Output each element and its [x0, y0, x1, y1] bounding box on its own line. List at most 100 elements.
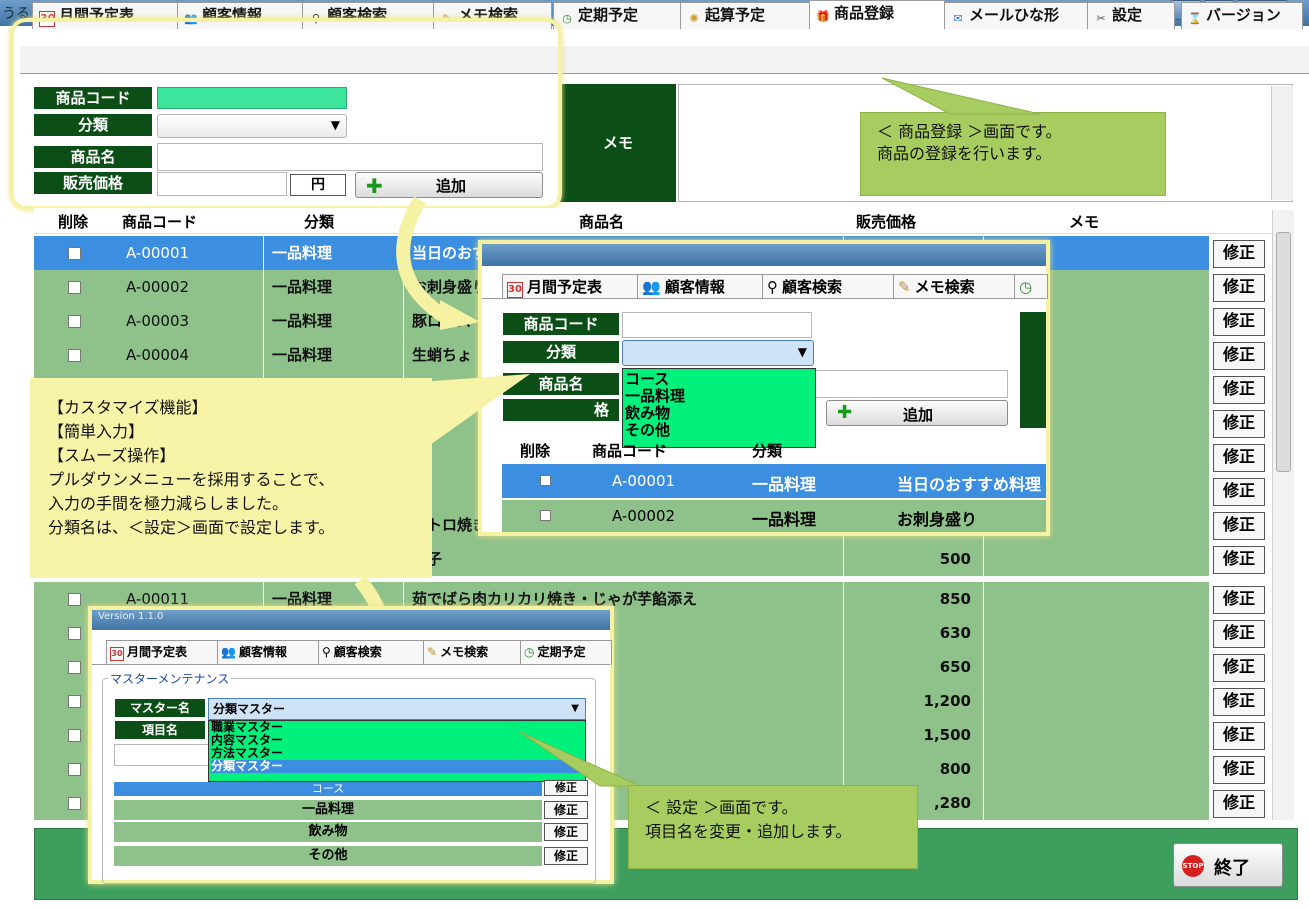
delete-checkbox[interactable] — [68, 797, 81, 810]
popup1-row-selected[interactable]: A-00001 一品料理 当日のおすすめ料理 — [502, 464, 1046, 498]
delete-checkbox[interactable] — [68, 661, 81, 674]
table-cell: 茄子 — [404, 542, 844, 576]
popup1-add-button[interactable]: ✚ 追加 — [826, 400, 1008, 426]
tab-mail-template[interactable]: ✉ メールひな形 — [944, 2, 1088, 29]
master-item-row[interactable]: 飲み物 — [114, 822, 542, 842]
popup1-tab-search[interactable]: ⚲ 顧客検索 — [762, 274, 894, 299]
delete-checkbox[interactable] — [68, 349, 81, 362]
fix-button[interactable]: 修正 — [1213, 376, 1265, 404]
table-cell — [984, 786, 1210, 820]
table-cell — [984, 616, 1210, 650]
table-cell — [984, 542, 1210, 576]
delete-checkbox[interactable] — [68, 315, 81, 328]
master-select[interactable]: 分類マスター ▼ — [208, 698, 586, 720]
popup1-category-dropdown[interactable]: コース 一品料理 飲み物 その他 — [622, 368, 816, 448]
popup1-tab-memo[interactable]: ✎ メモ検索 — [893, 274, 1015, 299]
left-callout-pointer — [420, 374, 530, 452]
tab-product-register[interactable]: 🎁 商品登録 — [809, 0, 945, 29]
people-icon: 👥 — [221, 645, 236, 659]
table-cell: 一品料理 — [264, 338, 404, 372]
popup2-titlebar: Version 1.1.0 — [92, 610, 610, 630]
gear-clock-icon: ✺ — [689, 12, 699, 25]
master-fix-button[interactable]: 修正 — [544, 823, 588, 841]
delete-checkbox[interactable] — [68, 763, 81, 776]
table-cell: A-00002 — [118, 270, 264, 304]
table-cell: 1,200 — [844, 684, 984, 718]
table-cell — [984, 650, 1210, 684]
calendar-icon: 30 — [110, 647, 124, 661]
popup1-category-select[interactable]: ▼ — [622, 340, 814, 366]
delete-checkbox[interactable] — [68, 695, 81, 708]
fix-button[interactable]: 修正 — [1213, 478, 1265, 506]
popup1-titlebar — [482, 244, 1046, 266]
info-icon: ⌛ — [1188, 12, 1202, 25]
delete-checkbox[interactable] — [68, 281, 81, 294]
fix-button[interactable]: 修正 — [1213, 444, 1265, 472]
popup2-tab-monthly[interactable]: 30 月間予定表 — [106, 640, 218, 665]
tab-periodic-schedule[interactable]: ◷ 定期予定 — [553, 2, 681, 29]
customize-callout: 【カスタマイズ機能】 【簡単入力】 【スムーズ操作】 プルダウンメニューを採用す… — [30, 378, 432, 578]
dropdown-option[interactable]: 飲み物 — [625, 405, 815, 422]
search-icon: ⚲ — [767, 278, 778, 296]
fix-button[interactable]: 修正 — [1213, 586, 1265, 614]
tab-version[interactable]: ⌛ バージョン — [1181, 2, 1303, 29]
fix-button[interactable]: 修正 — [1213, 756, 1265, 784]
fix-button[interactable]: 修正 — [1213, 546, 1265, 574]
fix-button[interactable]: 修正 — [1213, 274, 1265, 302]
delete-checkbox[interactable] — [68, 593, 81, 606]
mail-icon: ✉ — [953, 12, 963, 25]
table-cell: 500 — [844, 542, 984, 576]
master-fix-button[interactable]: 修正 — [544, 847, 588, 865]
dropdown-option[interactable]: コース — [625, 371, 815, 388]
fix-button[interactable]: 修正 — [1213, 240, 1265, 268]
master-item-row[interactable]: その他 — [114, 846, 542, 866]
plus-icon: ✚ — [837, 402, 853, 423]
delete-checkbox[interactable] — [68, 729, 81, 742]
fix-button[interactable]: 修正 — [1213, 654, 1265, 682]
fix-button[interactable]: 修正 — [1213, 410, 1265, 438]
fix-button[interactable]: 修正 — [1213, 620, 1265, 648]
gift-icon: 🎁 — [816, 10, 830, 23]
memo-search-icon: ✎ — [898, 278, 911, 296]
master-fix-button[interactable]: 修正 — [544, 801, 588, 819]
fix-button[interactable]: 修正 — [1213, 688, 1265, 716]
exit-button[interactable]: STOP 終了 — [1173, 843, 1283, 887]
popup2-tab-periodic[interactable]: ◷ 定期予定 — [520, 640, 612, 665]
popup2-tab-memo[interactable]: ✎ メモ検索 — [423, 640, 521, 665]
popup1-row[interactable]: A-00002 一品料理 お刺身盛り — [502, 500, 1046, 532]
popup1-tab-more[interactable]: ◷ — [1014, 274, 1048, 299]
delete-checkbox[interactable] — [68, 247, 81, 260]
search-icon: ⚲ — [322, 645, 331, 659]
tab-start-schedule[interactable]: ✺ 起算予定 — [680, 2, 810, 29]
memo-search-icon: ✎ — [427, 645, 438, 659]
table-cell — [984, 582, 1210, 616]
popup1-memo-edge — [1020, 312, 1046, 428]
popup2-tab-customer[interactable]: 👥 顧客情報 — [217, 640, 319, 665]
popup2-tab-search[interactable]: ⚲ 顧客検索 — [318, 640, 424, 665]
popup1-tab-monthly[interactable]: 30 月間予定表 — [502, 274, 638, 299]
popup1-code-input[interactable] — [622, 312, 812, 338]
master-item-row[interactable]: 一品料理 — [114, 800, 542, 820]
popup1-name-input[interactable] — [812, 370, 1008, 398]
table-cell: A-00001 — [118, 236, 264, 270]
memo-scrollbar[interactable] — [1271, 86, 1293, 200]
clock-icon: ◷ — [1019, 278, 1033, 296]
chevron-down-icon: ▼ — [571, 703, 579, 714]
dropdown-option[interactable]: 一品料理 — [625, 388, 815, 405]
fix-button[interactable]: 修正 — [1213, 790, 1265, 818]
master-item-row-selected[interactable]: コース — [114, 782, 542, 796]
popup1-tab-customer[interactable]: 👥 顧客情報 — [637, 274, 763, 299]
fix-button[interactable]: 修正 — [1213, 722, 1265, 750]
scroll-thumb[interactable] — [1276, 232, 1291, 472]
delete-checkbox[interactable] — [540, 475, 551, 486]
table-cell: 650 — [844, 650, 984, 684]
delete-checkbox[interactable] — [540, 510, 551, 521]
table-cell: 1,500 — [844, 718, 984, 752]
tab-settings[interactable]: ✂ 設定 — [1087, 2, 1175, 29]
fix-button[interactable]: 修正 — [1213, 308, 1265, 336]
table-scrollbar[interactable] — [1272, 210, 1294, 820]
delete-checkbox[interactable] — [68, 627, 81, 640]
fix-button[interactable]: 修正 — [1213, 342, 1265, 370]
fix-button[interactable]: 修正 — [1213, 512, 1265, 540]
dropdown-option[interactable]: その他 — [625, 422, 815, 439]
